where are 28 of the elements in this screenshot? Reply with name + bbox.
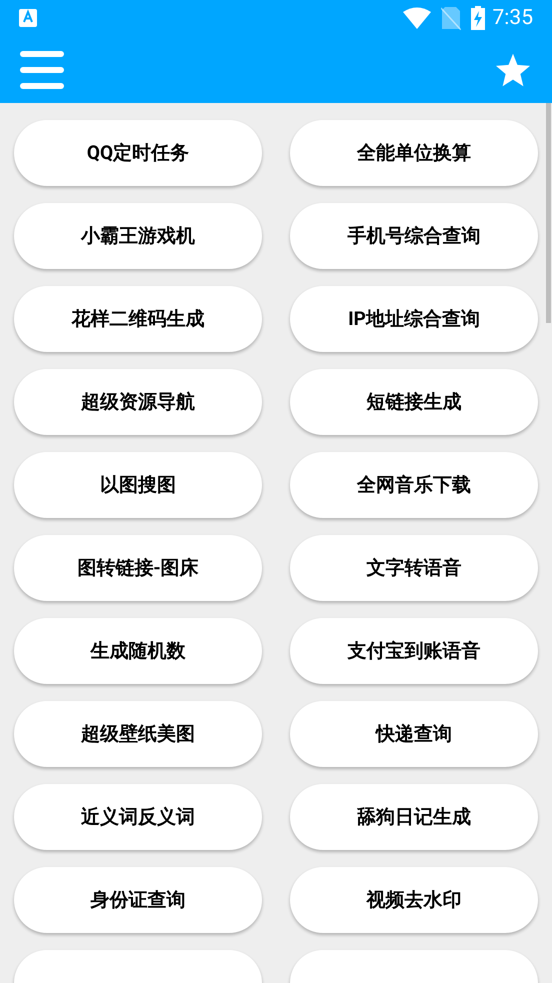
tool-button[interactable]: 花样二维码生成 [14,286,262,352]
tool-button[interactable]: IP地址综合查询 [290,286,538,352]
tool-button[interactable]: 以图搜图 [14,452,262,518]
no-sim-icon [440,6,460,30]
status-time: 7:35 [492,8,533,28]
tool-button[interactable]: 全网音乐下载 [290,452,538,518]
tool-button[interactable]: 图转链接-图床 [14,535,262,601]
tool-button[interactable]: 生成随机数 [14,618,262,684]
tool-button[interactable]: 快递查询 [290,701,538,767]
tool-button[interactable]: 全能单位换算 [290,120,538,186]
menu-button[interactable] [20,50,64,90]
tool-button[interactable]: 文字转语音 [290,535,538,601]
tool-button[interactable]: 身份证查询 [14,867,262,933]
app-notification-icon [19,9,37,27]
tool-button[interactable]: 手机号综合查询 [290,203,538,269]
tool-button[interactable]: 舔狗日记生成 [290,784,538,850]
tool-button[interactable]: 超级壁纸美图 [14,701,262,767]
tool-button[interactable]: QQ定时任务 [14,120,262,186]
star-icon [495,52,531,86]
menu-icon [20,50,64,88]
tool-button[interactable]: 小霸王游戏机 [14,203,262,269]
tool-button[interactable]: 支付宝到账语音 [290,618,538,684]
tool-button[interactable]: 超级资源导航 [14,369,262,435]
battery-charging-icon [470,6,484,30]
tool-button[interactable]: 视频去水印 [290,867,538,933]
tool-button[interactable]: 近义词反义词 [14,784,262,850]
tool-button[interactable]: 短链接生成 [290,369,538,435]
wifi-icon [402,7,430,29]
